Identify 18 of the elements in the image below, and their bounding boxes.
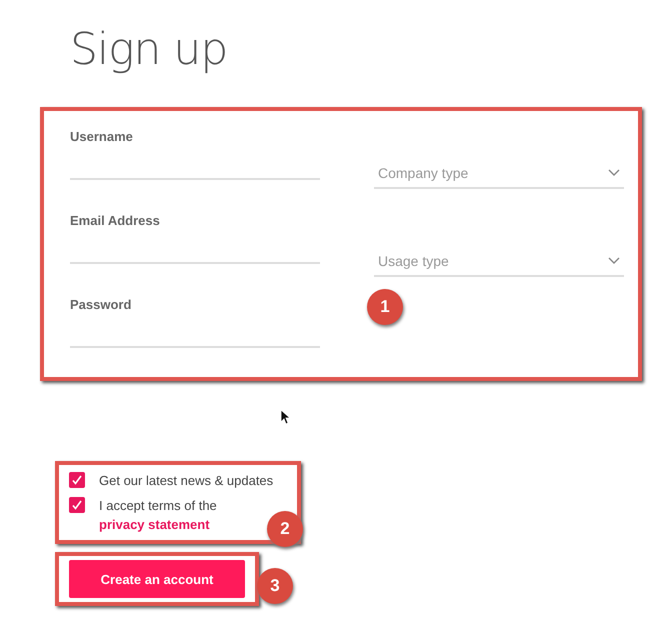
field-label: Email Address (70, 213, 160, 228)
checkbox[interactable] (69, 497, 85, 513)
chevron-down-icon (608, 257, 620, 265)
callout-badge: 2 (267, 511, 303, 547)
cursor-icon (280, 409, 291, 425)
checkbox[interactable] (69, 472, 85, 488)
callout-badge: 1 (367, 289, 403, 325)
checkbox-label: Get our latest news & updates (99, 472, 274, 490)
callout-badge: 3 (257, 568, 293, 604)
privacy-link[interactable]: privacy statement (99, 517, 210, 532)
dropdown[interactable]: Usage type (374, 253, 624, 277)
checkbox-label: I accept terms of the privacy statement (99, 497, 218, 534)
dropdown[interactable]: Company type (374, 165, 624, 189)
create-account-button[interactable]: Create an account (69, 560, 245, 598)
chevron-down-icon (608, 169, 620, 177)
field-label: Username (70, 129, 133, 144)
field-label: Password (70, 297, 132, 312)
page-title: Sign up (70, 24, 228, 75)
